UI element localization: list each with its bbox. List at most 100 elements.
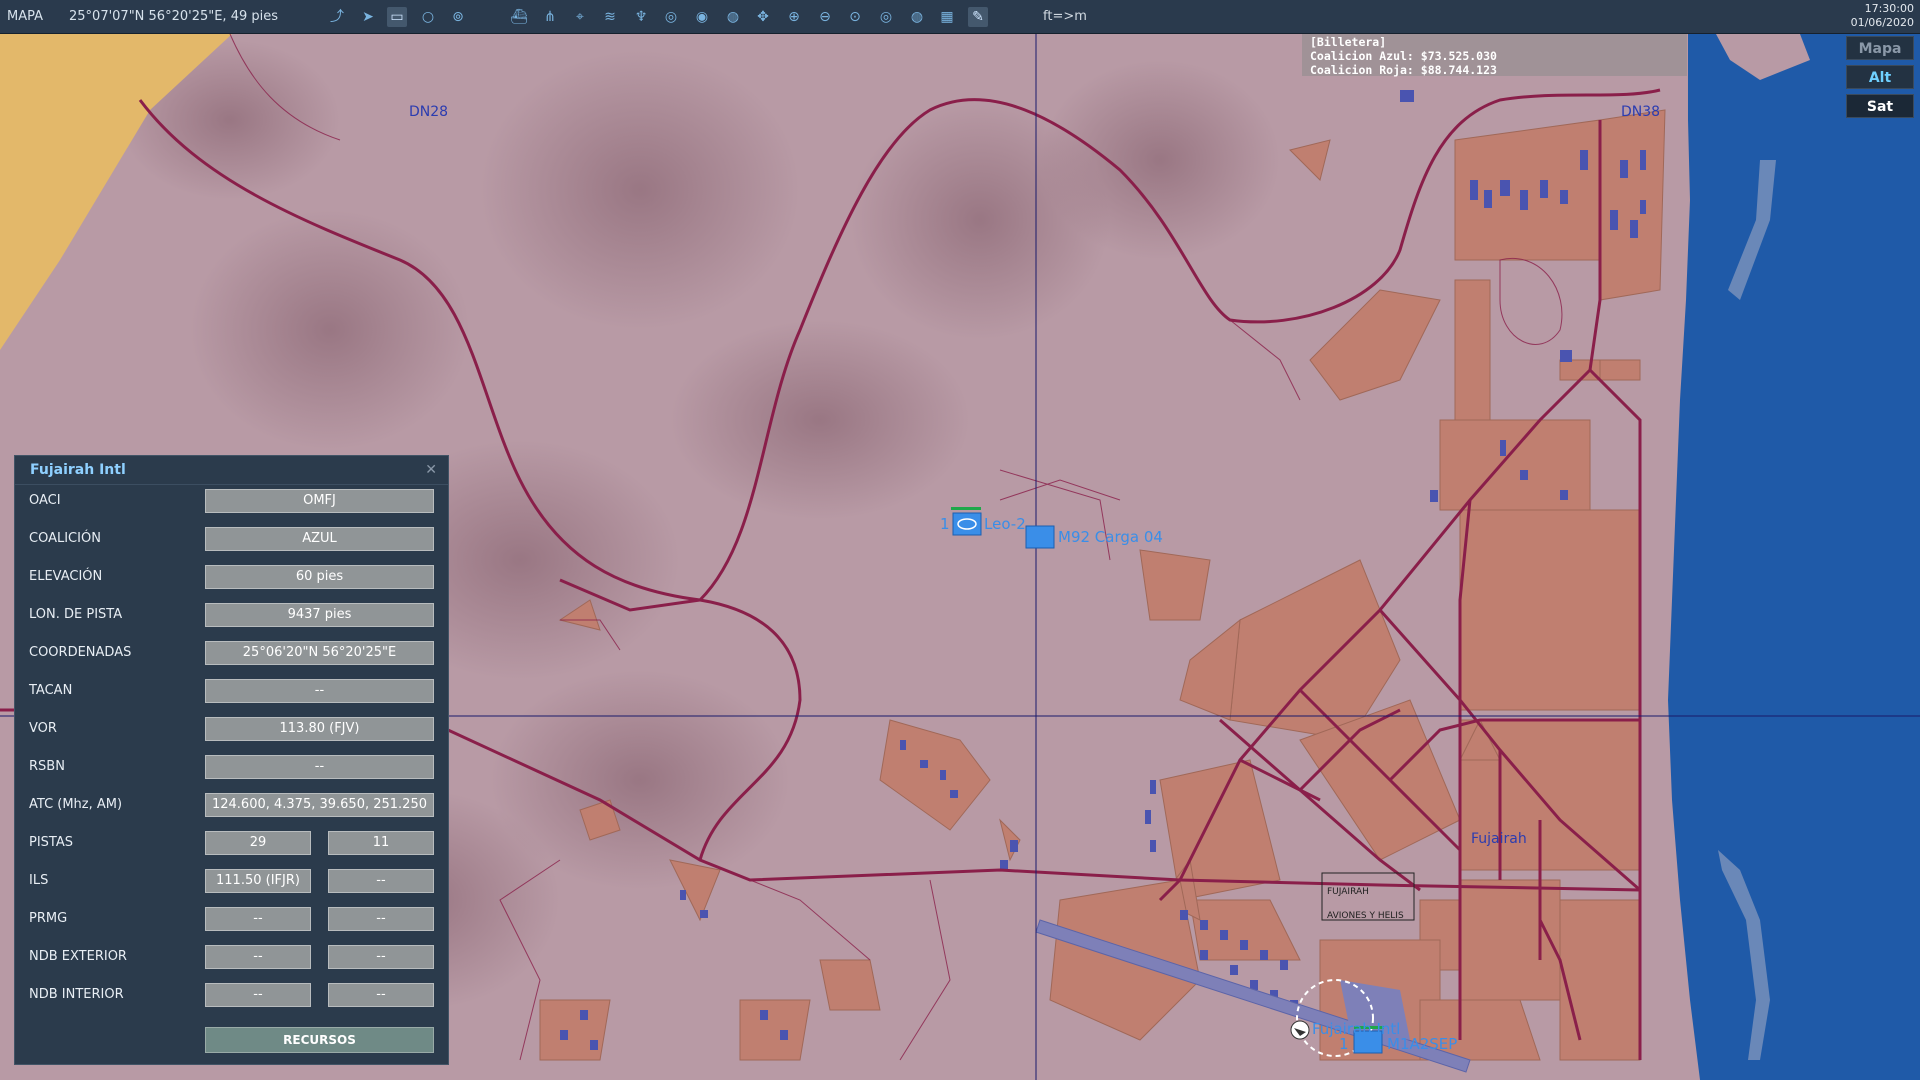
panel-row-value-right: 11: [328, 831, 434, 855]
route-icon[interactable]: ⤴: [327, 7, 347, 27]
move-icon[interactable]: ✥: [753, 7, 773, 27]
panel-row: LON. DE PISTA 9437 pies: [15, 601, 448, 629]
layer-alt-button[interactable]: Alt: [1846, 65, 1914, 89]
city-label-fujairah: Fujairah: [1471, 831, 1527, 847]
layer-toggle-icon[interactable]: ▭: [387, 7, 407, 27]
panel-row: ATC (Mhz, AM) 124.600, 4.375, 39.650, 251…: [15, 791, 448, 819]
close-icon[interactable]: ✕: [425, 456, 437, 484]
mission-clock: 17:30:00 01/06/2020: [1851, 2, 1914, 30]
grid-label-dn28: DN28: [409, 104, 449, 120]
panel-row-key: COORDENADAS: [29, 645, 132, 660]
zoom-in-icon[interactable]: ⊕: [784, 7, 804, 27]
network-icon[interactable]: ⋔: [540, 7, 560, 27]
ship-icon[interactable]: ⛴: [509, 7, 529, 27]
panel-row-key: RSBN: [29, 759, 65, 774]
panel-row: RSBN --: [15, 753, 448, 781]
panel-row: COALICIÓN AZUL: [15, 525, 448, 553]
unit-leo-label[interactable]: Leo-2: [984, 515, 1026, 533]
radar3-icon[interactable]: ◍: [723, 7, 743, 27]
panel-row-value-left: --: [205, 945, 311, 969]
panel-row-value: --: [205, 679, 434, 703]
top-toolbar: MAPA 25°07'07"N 56°20'25"E, 49 pies ⤴ ➤ ▭ ○…: [0, 0, 1920, 34]
panel-row-key: LON. DE PISTA: [29, 607, 123, 622]
pencil-icon[interactable]: ✎: [968, 7, 988, 27]
airport-info-panel: Fujairah Intl ✕ OACI OMFJ COALICIÓN AZUL ELE…: [14, 455, 449, 1065]
panel-row-value: AZUL: [205, 527, 434, 551]
panel-row-value: --: [205, 755, 434, 779]
unit-m1-label[interactable]: M1A2SEP: [1387, 1035, 1457, 1053]
panel-row-key: NDB EXTERIOR: [29, 949, 127, 964]
signal-icon[interactable]: ≋: [600, 7, 620, 27]
panel-row: COORDENADAS 25°06'20"N 56°20'25"E: [15, 639, 448, 667]
unit-m92-icon: [1025, 525, 1055, 549]
zone-box-line-2: AVIONES Y HELIS: [1327, 911, 1404, 921]
bubble-icon[interactable]: ⊚: [448, 7, 468, 27]
panel-row: ELEVACIÓN 60 pies: [15, 563, 448, 591]
panel-row-value-right: --: [328, 945, 434, 969]
unit-leo-health-bar: [951, 507, 981, 510]
grid-icon[interactable]: ▦: [937, 7, 957, 27]
unit-m92-label[interactable]: M92 Carga 04: [1058, 528, 1163, 546]
cursor-coordinates: 25°07'07"N 56°20'25"E, 49 pies: [69, 9, 279, 24]
panel-row-key: PISTAS: [29, 835, 74, 850]
view-mode-label: MAPA: [7, 9, 44, 24]
panel-row-key: ILS: [29, 873, 49, 888]
radar2-icon[interactable]: ◉: [692, 7, 712, 27]
panel-row-key: ATC (Mhz, AM): [29, 797, 123, 812]
unit-m1-count: 1: [1339, 1035, 1349, 1053]
wallet-title: [Billetera]: [1310, 35, 1387, 49]
sea-area: [1668, 34, 1920, 1080]
unit-leo-count: 1: [940, 515, 950, 533]
panel-pair-row: PISTAS 29 11: [15, 829, 448, 857]
panel-row-value: 25°06'20"N 56°20'25"E: [205, 641, 434, 665]
panel-row-key: OACI: [29, 493, 61, 508]
panel-row-key: NDB INTERIOR: [29, 987, 124, 1002]
panel-row-value-left: --: [205, 983, 311, 1007]
unit-leo-icon: [952, 512, 982, 536]
target-icon[interactable]: ◎: [876, 7, 896, 27]
zone-box-label: FUJAIRAH AVIONES Y HELIS: [1327, 880, 1404, 928]
units-toggle-button[interactable]: ft=>m: [1043, 9, 1087, 24]
zone-box-line-1: FUJAIRAH: [1327, 887, 1369, 897]
panel-row-value-left: --: [205, 907, 311, 931]
panel-row-value: 9437 pies: [205, 603, 434, 627]
panel-row-key: PRMG: [29, 911, 68, 926]
panel-row-value-right: --: [328, 983, 434, 1007]
panel-row-key: ELEVACIÓN: [29, 569, 103, 584]
panel-row-key: COALICIÓN: [29, 531, 101, 546]
panel-row: OACI OMFJ: [15, 487, 448, 515]
tower-icon[interactable]: ♆: [631, 7, 651, 27]
map-layer-selector: Mapa Alt Sat: [1846, 36, 1914, 123]
grid-label-dn38: DN38: [1621, 104, 1661, 120]
panel-row-key: TACAN: [29, 683, 73, 698]
panel-row-value-right: --: [328, 907, 434, 931]
panel-header: Fujairah Intl ✕: [15, 456, 448, 485]
crosshair-icon[interactable]: ⌖: [570, 7, 590, 27]
wallet-red-coalition: Coalicion Roja: $88.744.123: [1310, 63, 1497, 77]
radar-icon[interactable]: ◎: [661, 7, 681, 27]
panel-row: TACAN --: [15, 677, 448, 705]
zoom-out-icon[interactable]: ⊖: [815, 7, 835, 27]
wallet-blue-coalition: Coalicion Azul: $73.525.030: [1310, 49, 1497, 63]
zoom-fit-icon[interactable]: ⊙: [845, 7, 865, 27]
layer-sat-button[interactable]: Sat: [1846, 94, 1914, 118]
panel-row-value-left: 29: [205, 831, 311, 855]
panel-row-value: 124.600, 4.375, 39.650, 251.250: [205, 793, 434, 817]
panel-row: VOR 113.80 (FJV): [15, 715, 448, 743]
panel-title: Fujairah Intl: [30, 462, 126, 478]
panel-pair-row: ILS 111.50 (IFJR) --: [15, 867, 448, 895]
globe-icon[interactable]: ◍: [907, 7, 927, 27]
circle-icon[interactable]: ○: [418, 7, 438, 27]
layer-mapa-button[interactable]: Mapa: [1846, 36, 1914, 60]
panel-pair-row: NDB EXTERIOR -- --: [15, 943, 448, 971]
panel-pair-row: PRMG -- --: [15, 905, 448, 933]
mission-date: 01/06/2020: [1850, 16, 1914, 29]
panel-row-value: 113.80 (FJV): [205, 717, 434, 741]
panel-row-key: VOR: [29, 721, 57, 736]
navigate-icon[interactable]: ➤: [358, 7, 378, 27]
panel-row-value-left: 111.50 (IFJR): [205, 869, 311, 893]
panel-row-value: 60 pies: [205, 565, 434, 589]
panel-pair-row: NDB INTERIOR -- --: [15, 981, 448, 1009]
resources-button[interactable]: RECURSOS: [205, 1027, 434, 1053]
panel-row-value: OMFJ: [205, 489, 434, 513]
